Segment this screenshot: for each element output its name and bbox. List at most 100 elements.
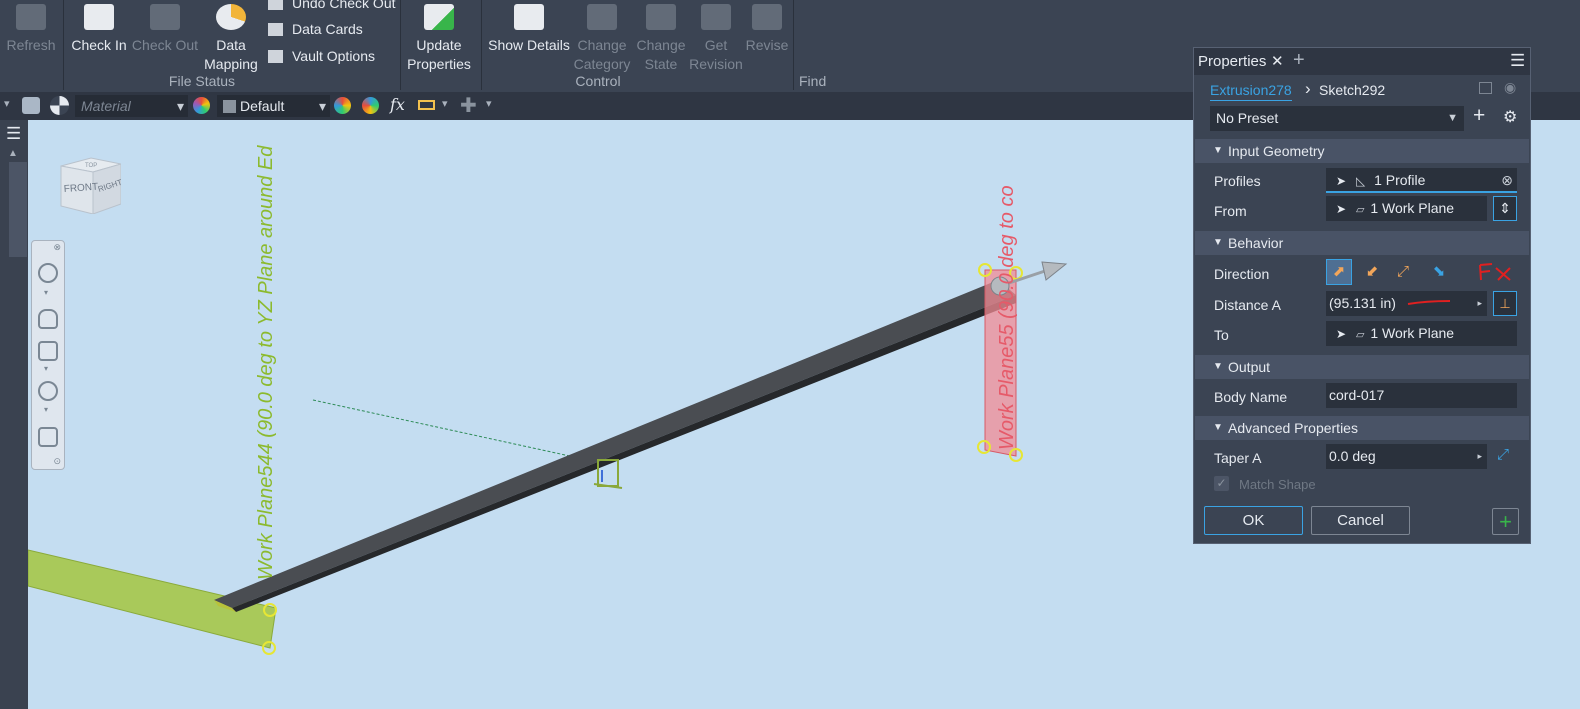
revise-icon xyxy=(752,4,782,30)
from-extent-type-icon[interactable]: ⇕ xyxy=(1493,196,1517,221)
section-advanced-properties[interactable]: ▼ Advanced Properties xyxy=(1195,416,1529,440)
appearance-select[interactable]: Default ▾ xyxy=(217,95,330,117)
section-behavior[interactable]: ▼ Behavior xyxy=(1195,231,1529,255)
get-revision-icon xyxy=(701,4,731,30)
direction-symmetric-button[interactable]: ⤢ xyxy=(1390,259,1416,285)
get-revision-button[interactable]: Get Revision xyxy=(689,0,743,74)
viewcube[interactable]: FRONT RIGHT TOP xyxy=(55,152,123,215)
clear-appearance-icon[interactable] xyxy=(50,96,69,115)
visibility-eye-icon[interactable]: ◉ xyxy=(1504,79,1516,96)
dropdown-arrow-icon[interactable]: ▾ xyxy=(442,97,448,110)
profile-shape-icon: ◺ xyxy=(1355,174,1366,188)
change-category-button[interactable]: Change Category xyxy=(572,0,632,74)
update-properties-button[interactable]: Update Properties xyxy=(405,0,473,74)
expand-arrow-icon[interactable]: ▸ xyxy=(1477,444,1482,469)
expand-arrow-icon[interactable]: ▸ xyxy=(1477,291,1482,316)
distance-extent-type-icon[interactable]: ⊥ xyxy=(1493,291,1517,316)
breadcrumb-parent-link[interactable]: Extrusion278 xyxy=(1210,82,1292,101)
data-cards-button[interactable]: Data Cards xyxy=(268,21,363,37)
chevron-down-icon[interactable]: ▾ xyxy=(44,405,48,414)
object-visibility-icon[interactable] xyxy=(22,97,40,114)
add-tab-icon[interactable]: + xyxy=(1293,49,1305,72)
viewcube-icon[interactable]: FRONT RIGHT TOP xyxy=(55,152,123,215)
undo-check-out-button[interactable]: Undo Check Out xyxy=(268,0,396,11)
body-name-label: Body Name xyxy=(1214,389,1288,405)
steering-wheel-icon[interactable] xyxy=(38,263,58,283)
select-cursor-icon: ➤ xyxy=(1336,327,1347,341)
chevron-down-icon[interactable]: ▾ xyxy=(44,288,48,297)
distance-a-label: Distance A xyxy=(1214,297,1281,313)
look-at-icon[interactable] xyxy=(38,427,58,447)
material-select[interactable]: Material ▾ xyxy=(75,95,188,117)
close-tab-icon[interactable]: ✕ xyxy=(1271,52,1284,70)
direction-flipped-button[interactable]: ⬋ xyxy=(1359,259,1385,285)
to-selector[interactable]: ➤ ▱ 1 Work Plane xyxy=(1326,321,1517,346)
extrusion-beam-top xyxy=(214,280,1016,608)
cancel-button[interactable]: Cancel xyxy=(1311,506,1410,535)
show-details-button[interactable]: Show Details xyxy=(488,0,570,55)
add-preset-icon[interactable]: + xyxy=(1473,104,1485,128)
customize-toolbar-icon[interactable]: ▾ xyxy=(486,97,492,110)
section-output[interactable]: ▼ Output xyxy=(1195,355,1529,379)
check-in-button[interactable]: Check In xyxy=(70,0,128,55)
work-plane-right-label: Work Plane55 (90.0 deg to co xyxy=(996,185,1018,450)
refresh-button[interactable]: Refresh xyxy=(5,0,57,55)
navbar-options-icon[interactable]: ⊙ xyxy=(53,456,61,467)
find-group-label: Find xyxy=(799,73,827,89)
check-out-icon xyxy=(150,4,180,30)
hamburger-menu-icon[interactable]: ☰ xyxy=(6,124,21,144)
window-icon[interactable] xyxy=(1479,82,1492,94)
chevron-up-icon[interactable]: ▲ xyxy=(8,148,18,159)
profiles-selector[interactable]: ➤ ◺ 1 Profile ⊗ xyxy=(1326,168,1517,193)
work-plane-icon: ▱ xyxy=(1355,329,1365,341)
navigation-bar: ⊗ ▾ ▾ ▾ ⊙ xyxy=(31,240,65,470)
revise-button[interactable]: Revise xyxy=(742,0,792,55)
group-separator xyxy=(63,0,64,90)
check-out-button[interactable]: Check Out xyxy=(130,0,200,55)
scrollbar[interactable] xyxy=(9,162,27,257)
to-label: To xyxy=(1214,327,1229,343)
section-input-geometry[interactable]: ▼ Input Geometry xyxy=(1195,139,1529,163)
pan-hand-icon[interactable] xyxy=(38,309,58,329)
taper-flip-icon[interactable]: ⤢ xyxy=(1497,446,1509,463)
show-details-icon xyxy=(514,4,544,30)
properties-tab[interactable]: Properties xyxy=(1198,53,1266,70)
orbit-icon[interactable] xyxy=(38,381,58,401)
apply-add-button[interactable]: + xyxy=(1492,508,1519,535)
clear-override-icon[interactable] xyxy=(362,97,379,114)
measure-icon[interactable] xyxy=(418,100,435,110)
dropdown-arrow-icon[interactable]: ▾ xyxy=(4,97,10,110)
close-icon[interactable]: ⊗ xyxy=(53,242,61,253)
preset-select[interactable]: No Preset ▼ xyxy=(1210,106,1464,131)
work-plane-left-label: Work Plane544 (90.0 deg to YZ Plane arou… xyxy=(255,145,277,580)
from-selector[interactable]: ➤ ▱ 1 Work Plane xyxy=(1326,196,1487,221)
match-shape-checkbox[interactable]: ✓ xyxy=(1214,476,1229,491)
update-properties-icon xyxy=(424,4,454,30)
panel-menu-icon[interactable]: ☰ xyxy=(1510,51,1525,71)
from-label: From xyxy=(1214,203,1247,219)
control-group-label: Control xyxy=(575,73,621,89)
clear-selection-icon[interactable]: ⊗ xyxy=(1501,168,1513,193)
pie-chart-icon xyxy=(216,4,246,30)
vault-options-button[interactable]: Vault Options xyxy=(268,48,375,64)
fx-parameters-icon[interactable]: fx xyxy=(390,95,405,114)
chevron-down-icon[interactable]: ▾ xyxy=(44,364,48,373)
distance-manipulator-arrow-icon[interactable] xyxy=(1041,261,1068,281)
chevron-down-icon: ▼ xyxy=(1447,112,1458,124)
preset-settings-gear-icon[interactable]: ⚙ xyxy=(1503,107,1517,127)
properties-panel: Properties ✕ + ☰ Extrusion278 › Sketch29… xyxy=(1193,47,1531,544)
change-state-button[interactable]: Change State xyxy=(634,0,688,74)
viewcube-top-label[interactable]: TOP xyxy=(85,163,97,169)
ok-button[interactable]: OK xyxy=(1204,506,1303,535)
body-name-input[interactable]: cord-017 xyxy=(1326,383,1517,408)
adjust-appearance-icon[interactable] xyxy=(334,97,351,114)
direction-asymmetric-button[interactable]: ⬊ xyxy=(1426,259,1452,285)
color-wheel-icon[interactable] xyxy=(193,97,210,114)
change-state-icon xyxy=(646,4,676,30)
zoom-window-icon[interactable] xyxy=(38,341,58,361)
add-icon[interactable]: ✚ xyxy=(460,93,477,118)
direction-default-button[interactable]: ⬈ xyxy=(1326,259,1352,285)
taper-a-input[interactable]: 0.0 deg ▸ xyxy=(1326,444,1487,469)
data-mapping-button[interactable]: Data Mapping xyxy=(200,0,262,74)
data-cards-icon xyxy=(268,23,283,36)
